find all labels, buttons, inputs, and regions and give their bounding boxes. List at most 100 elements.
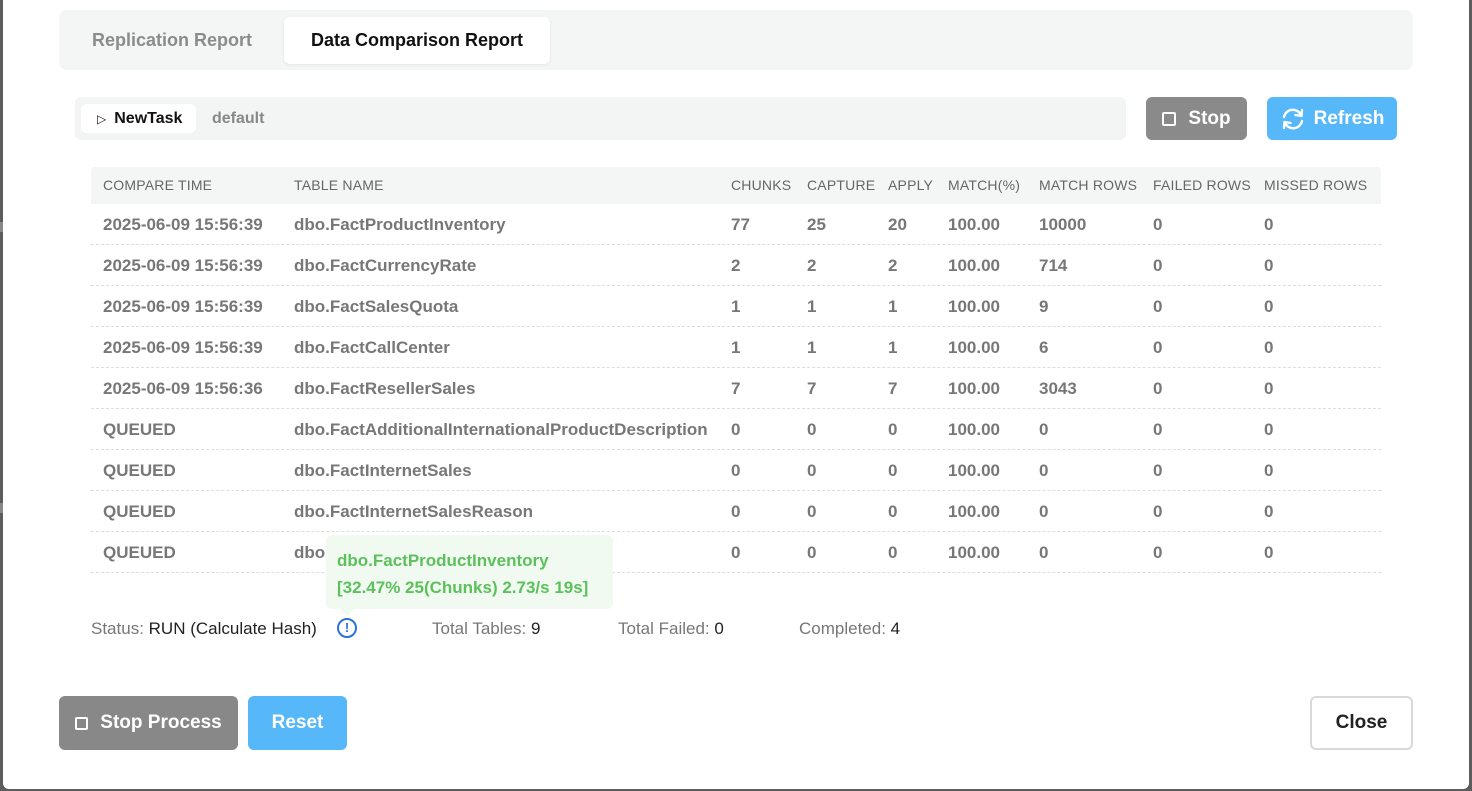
apply-cell: 7 — [888, 379, 898, 398]
capture-cell: 7 — [807, 379, 817, 398]
close-button[interactable]: Close — [1310, 696, 1413, 750]
completed-count: Completed: 4 — [799, 617, 900, 641]
apply-cell: 1 — [888, 297, 898, 316]
task-bar: ▷ NewTask default — [75, 97, 1126, 140]
column-header: MATCH ROWS — [1039, 177, 1138, 193]
column-header: COMPARE TIME — [103, 177, 213, 193]
stop-button-label: Stop — [1188, 107, 1231, 129]
compare-time-cell: 2025-06-09 15:56:39 — [103, 338, 263, 357]
status-text: Status: RUN (Calculate Hash) — [91, 617, 317, 641]
missed-rows-cell: 0 — [1264, 420, 1274, 439]
capture-cell: 25 — [807, 215, 826, 234]
column-header: MISSED ROWS — [1264, 177, 1368, 193]
compare-time-cell: 2025-06-09 15:56:39 — [103, 215, 263, 234]
table-row: QUEUED dbo.FactAdditionalInternationalPr… — [91, 409, 1381, 450]
missed-rows-cell: 0 — [1264, 256, 1274, 275]
task-name: NewTask — [114, 109, 183, 127]
total-failed: Total Failed: 0 — [618, 617, 724, 641]
refresh-button[interactable]: Refresh — [1267, 97, 1397, 140]
column-header: MATCH(%) — [948, 177, 1021, 193]
capture-cell: 0 — [807, 543, 817, 562]
failed-rows-cell: 0 — [1153, 502, 1163, 521]
table-name-cell: dbo.FactInternetSales — [294, 461, 472, 480]
missed-rows-cell: 0 — [1264, 338, 1274, 357]
table-name-cell: dbo.FactResellerSales — [294, 379, 476, 398]
progress-tooltip: dbo.FactProductInventory [32.47% 25(Chun… — [326, 535, 613, 616]
apply-cell: 0 — [888, 461, 898, 480]
stop-button[interactable]: Stop — [1146, 97, 1247, 140]
compare-time-cell: QUEUED — [103, 461, 176, 480]
apply-cell: 20 — [888, 215, 907, 234]
play-icon: ▷ — [97, 111, 107, 126]
compare-time-cell: QUEUED — [103, 502, 176, 521]
tab-data-comparison-report[interactable]: Data Comparison Report — [284, 17, 551, 64]
match-rows-cell: 6 — [1039, 338, 1049, 357]
table-row: QUEUED dbo.FactInternetSales 0 0 0 100.0… — [91, 450, 1381, 491]
status-value: RUN (Calculate Hash) — [148, 619, 317, 638]
completed-value: 4 — [890, 619, 901, 638]
match-rows-cell: 714 — [1039, 256, 1068, 275]
capture-cell: 1 — [807, 338, 817, 357]
column-header: CHUNKS — [731, 177, 792, 193]
match-percent-cell: 100.00 — [948, 379, 1000, 398]
task-chip[interactable]: ▷ NewTask — [81, 104, 197, 133]
missed-rows-cell: 0 — [1264, 502, 1274, 521]
capture-cell: 0 — [807, 502, 817, 521]
table-name-cell: dbo.FactCurrencyRate — [294, 256, 477, 275]
refresh-icon — [1282, 108, 1303, 129]
refresh-button-label: Refresh — [1313, 107, 1385, 129]
missed-rows-cell: 0 — [1264, 543, 1274, 562]
match-rows-cell: 0 — [1039, 461, 1049, 480]
table-name-cell: dbo.FactAdditionalInternationalProductDe… — [294, 420, 708, 439]
match-rows-cell: 10000 — [1039, 215, 1087, 234]
capture-cell: 0 — [807, 420, 817, 439]
apply-cell: 0 — [888, 420, 898, 439]
status-label: Status: — [91, 619, 144, 638]
total-failed-label: Total Failed: — [618, 619, 710, 638]
total-tables-label: Total Tables: — [432, 619, 527, 638]
column-header: TABLE NAME — [294, 177, 384, 193]
tab-replication-report[interactable]: Replication Report — [65, 17, 279, 64]
match-rows-cell: 0 — [1039, 420, 1049, 439]
missed-rows-cell: 0 — [1264, 379, 1274, 398]
table-name-cell: dbo.FactSalesQuota — [294, 297, 459, 316]
data-comparison-modal: Replication Report Data Comparison Repor… — [3, 0, 1469, 789]
compare-time-cell: 2025-06-09 15:56:39 — [103, 256, 263, 275]
total-tables-value: 9 — [530, 619, 541, 638]
chunks-cell: 1 — [731, 297, 741, 316]
missed-rows-cell: 0 — [1264, 461, 1274, 480]
compare-time-cell: QUEUED — [103, 420, 176, 439]
chunks-cell: 0 — [731, 543, 741, 562]
match-percent-cell: 100.00 — [948, 256, 1000, 275]
task-profile: default — [212, 110, 265, 127]
chunks-cell: 7 — [731, 379, 741, 398]
chunks-cell: 1 — [731, 338, 741, 357]
column-header: FAILED ROWS — [1153, 177, 1251, 193]
table-row: QUEUED dbo.FactInternetSalesReason 0 0 0… — [91, 491, 1381, 532]
table-name-cell: dbo.FactInternetSalesReason — [294, 502, 534, 521]
table-row: 2025-06-09 15:56:39 dbo.FactSalesQuota 1… — [91, 286, 1381, 327]
match-percent-cell: 100.00 — [948, 502, 1000, 521]
info-icon[interactable]: ! — [337, 618, 357, 638]
failed-rows-cell: 0 — [1153, 543, 1163, 562]
column-header: CAPTURE — [807, 177, 876, 193]
reset-button[interactable]: Reset — [248, 696, 347, 750]
capture-cell: 0 — [807, 461, 817, 480]
table-name-cell: dbo.FactProductInventory — [294, 215, 506, 234]
apply-cell: 2 — [888, 256, 898, 275]
failed-rows-cell: 0 — [1153, 461, 1163, 480]
match-percent-cell: 100.00 — [948, 461, 1000, 480]
stop-process-button[interactable]: Stop Process — [59, 696, 238, 750]
failed-rows-cell: 0 — [1153, 297, 1163, 316]
stop-process-label: Stop Process — [100, 712, 222, 733]
failed-rows-cell: 0 — [1153, 256, 1163, 275]
apply-cell: 0 — [888, 502, 898, 521]
chunks-cell: 0 — [731, 461, 741, 480]
table-row: QUEUED dbo 0 0 0 100.00 0 0 0 — [91, 532, 1381, 573]
table-row: 2025-06-09 15:56:39 dbo.FactProductInven… — [91, 204, 1381, 245]
match-rows-cell: 3043 — [1039, 379, 1077, 398]
compare-time-cell: 2025-06-09 15:56:39 — [103, 297, 263, 316]
table-row: 2025-06-09 15:56:39 dbo.FactCallCenter 1… — [91, 327, 1381, 368]
failed-rows-cell: 0 — [1153, 338, 1163, 357]
table-header: COMPARE TIME TABLE NAME CHUNKS CAPTURE A… — [91, 167, 1381, 204]
